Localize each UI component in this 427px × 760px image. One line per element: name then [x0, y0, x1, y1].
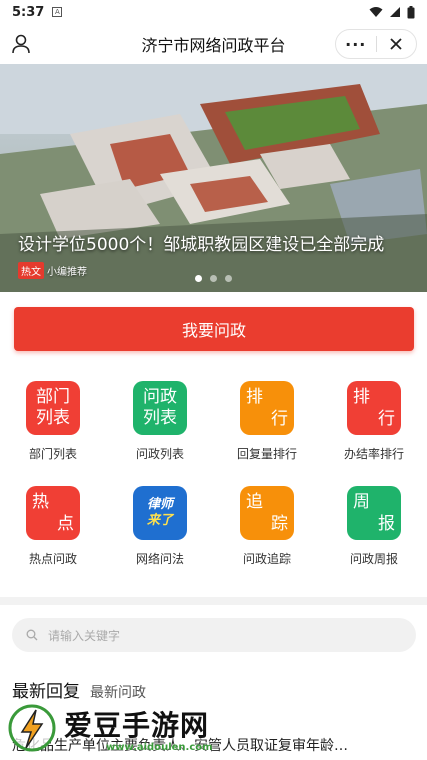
tile-text: 排 [353, 387, 370, 407]
tile-text: 问政 [143, 387, 177, 407]
grid-item-hot-topics[interactable]: 热 点 热点问政 [8, 486, 98, 567]
status-icons [369, 5, 415, 19]
hot-topics-icon: 热 点 [26, 486, 80, 540]
tile-text: 排 [246, 387, 263, 407]
tile-text: 列表 [143, 408, 177, 428]
grid-item-reply-ranking[interactable]: 排 行 回复量排行 [222, 381, 312, 462]
banner-campus-image [0, 64, 427, 292]
tracking-icon: 追 踪 [240, 486, 294, 540]
ask-question-button[interactable]: 我要问政 [14, 307, 414, 351]
tile-text: 点 [57, 514, 74, 534]
tile-text: 列表 [36, 408, 70, 428]
tile-text: 热 [32, 492, 49, 512]
tile-text: 行 [378, 409, 395, 429]
title-bar: 济宁市网络问政平台 ··· [0, 24, 427, 64]
status-time: 5:37 [12, 4, 45, 20]
grid-label: 热点问政 [28, 552, 77, 566]
grid-item-dept-list[interactable]: 部门 列表 部门列表 [8, 381, 98, 462]
grid-item-tracking[interactable]: 追 踪 问政追踪 [222, 486, 312, 567]
more-button[interactable]: ··· [336, 30, 376, 58]
site-watermark: 爱豆手游网 www.aidoulen.com [6, 698, 256, 760]
wifi-icon [369, 7, 383, 17]
carousel-dots [0, 275, 427, 282]
grid-item-weekly-report[interactable]: 周 报 问政周报 [329, 486, 419, 567]
completion-ranking-icon: 排 行 [347, 381, 401, 435]
lawyer-icon: 律师 来了 [133, 486, 187, 540]
carousel-dot[interactable] [225, 275, 232, 282]
reply-ranking-icon: 排 行 [240, 381, 294, 435]
watermark-url: www.aidoulen.com [106, 742, 213, 753]
banner-title[interactable]: 设计学位5000个！邹城职教园区建设已全部完成 [18, 230, 384, 255]
search-placeholder: 请输入关键字 [48, 628, 121, 643]
tile-text: 周 [353, 492, 370, 512]
grid-label: 问政周报 [349, 552, 398, 566]
mini-program-capsule: ··· [335, 29, 417, 59]
grid-label: 部门列表 [28, 447, 77, 461]
tile-text: 追 [246, 492, 263, 512]
close-icon [390, 38, 402, 50]
tile-text: 来了 [146, 513, 173, 528]
carousel-dot[interactable] [210, 275, 217, 282]
status-bar: 5:37 A [0, 0, 427, 24]
grid-item-question-list[interactable]: 问政 列表 问政列表 [115, 381, 205, 462]
dept-list-icon: 部门 列表 [26, 381, 80, 435]
carousel-dot[interactable] [195, 275, 202, 282]
section-divider [0, 597, 427, 605]
signal-icon [390, 7, 400, 17]
grid-label: 回复量排行 [236, 447, 297, 461]
grid-item-legal-qa[interactable]: 律师 来了 网络问法 [115, 486, 205, 567]
grid-item-completion-ranking[interactable]: 排 行 办结率排行 [329, 381, 419, 462]
battery-icon [407, 5, 415, 18]
question-list-icon: 问政 列表 [133, 381, 187, 435]
search-icon [26, 629, 38, 641]
tile-text: 行 [271, 409, 288, 429]
grid-label: 问政列表 [135, 447, 184, 461]
weekly-report-icon: 周 报 [347, 486, 401, 540]
grid-label: 办结率排行 [343, 447, 404, 461]
close-button[interactable] [376, 30, 416, 58]
watermark-logo-icon [8, 704, 56, 752]
grid-label: 问政追踪 [242, 552, 291, 566]
watermark-text: 爱豆手游网 [64, 709, 210, 742]
banner-carousel[interactable]: 设计学位5000个！邹城职教园区建设已全部完成 热文 小编推荐 [0, 64, 427, 292]
search-input[interactable]: 请输入关键字 [12, 618, 416, 652]
tile-text: 律师 [146, 497, 173, 512]
tile-text: 踪 [271, 514, 288, 534]
grid-label: 网络问法 [135, 552, 184, 566]
tile-text: 报 [378, 514, 395, 534]
tile-text: 部门 [36, 387, 70, 407]
notification-a-icon: A [52, 7, 63, 17]
